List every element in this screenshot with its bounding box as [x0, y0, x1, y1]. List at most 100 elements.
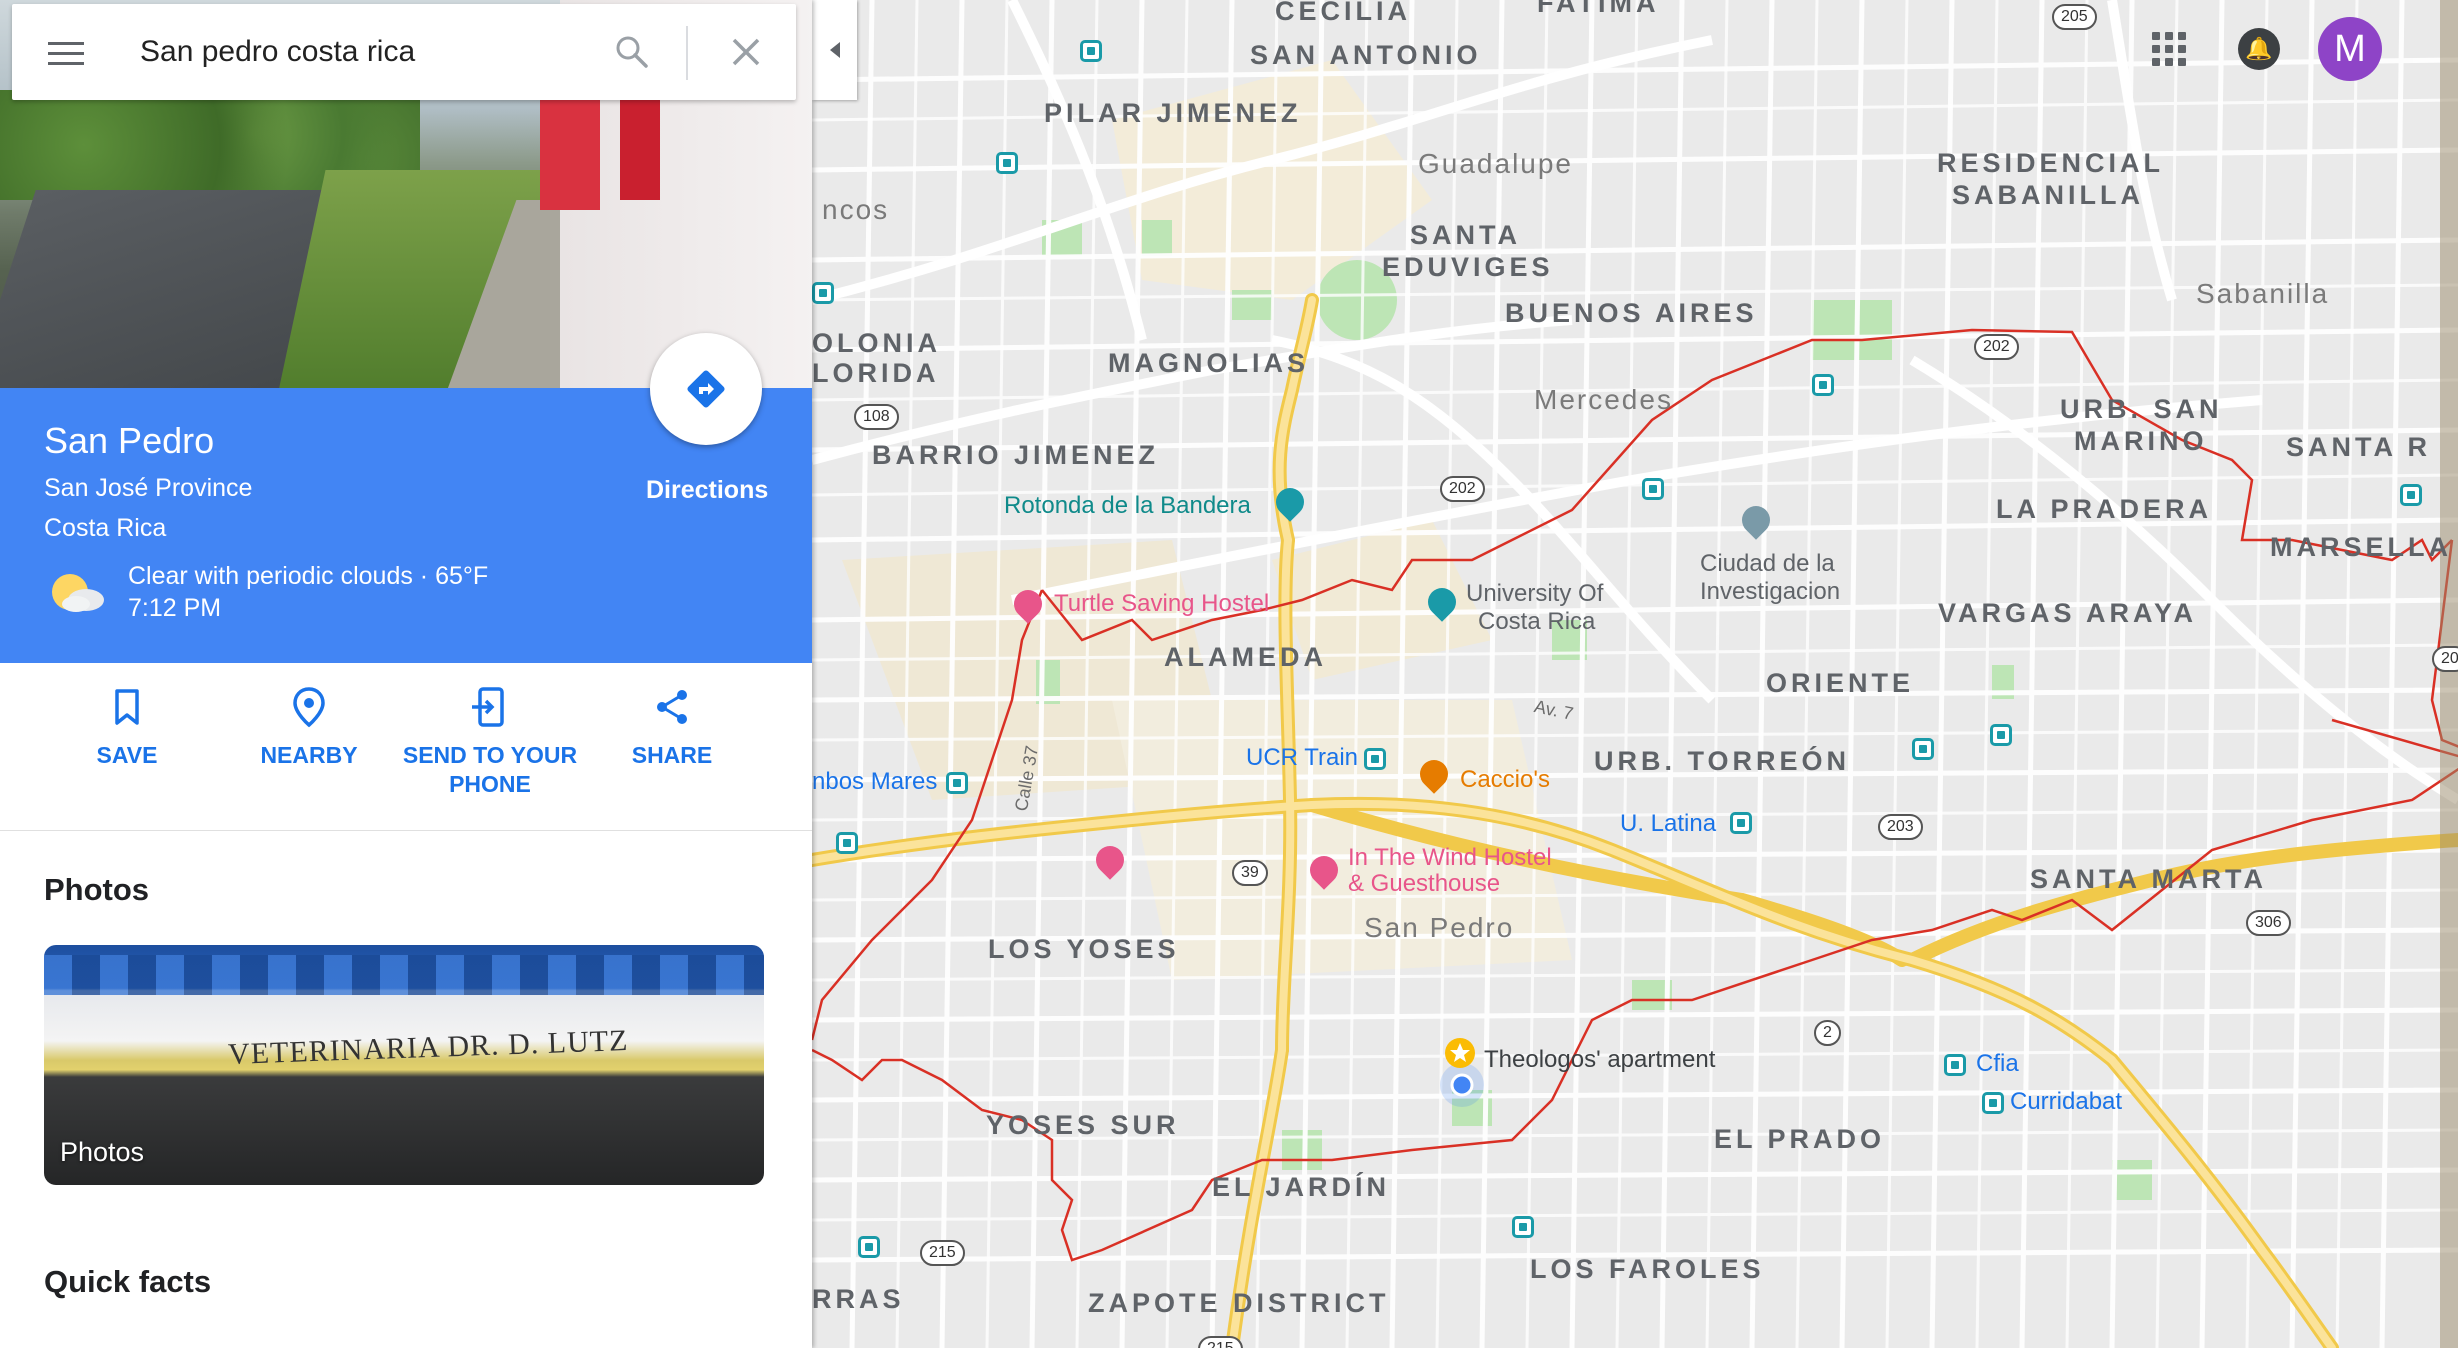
route-shield-108: 108: [854, 404, 899, 430]
poi-wind-hostel-1[interactable]: In The Wind Hostel: [1348, 844, 1552, 872]
poi-curridabat[interactable]: Curridabat: [2010, 1088, 2122, 1116]
bus-stop-icon[interactable]: [858, 1236, 880, 1258]
poi-caccios[interactable]: Caccio's: [1460, 766, 1550, 794]
poi-ciudad-investigacion-2[interactable]: Investigacion: [1700, 578, 1840, 606]
label-mercedes: Mercedes: [1534, 384, 1673, 415]
search-input[interactable]: [140, 28, 580, 76]
label-rras: RRAS: [812, 1284, 905, 1314]
label-el-prado: EL PRADO: [1714, 1124, 1886, 1154]
label-los-yoses: LOS YOSES: [988, 934, 1180, 964]
label-colonia-1: OLONIA: [812, 328, 941, 358]
save-label: SAVE: [96, 742, 158, 768]
label-marsella: MARSELLA: [2270, 532, 2452, 562]
poi-ucr-line2[interactable]: Costa Rica: [1478, 608, 1595, 636]
action-bar: SAVE NEARBY SEND TO YOUR PHONE SHARE: [0, 663, 812, 831]
photos-section-title: Photos: [44, 872, 150, 907]
map-canvas[interactable]: CECILIA FATIMA SAN ANTONIO PILAR JIMENEZ…: [812, 0, 2458, 1348]
poi-theologos-apartment[interactable]: Theologos' apartment: [1484, 1046, 1715, 1074]
bus-stop-icon[interactable]: [1080, 40, 1102, 62]
map-base-layer: [812, 0, 2458, 1348]
route-shield-20: 20: [2432, 646, 2458, 672]
label-sabanilla-town: Sabanilla: [2196, 278, 2330, 309]
send-to-phone-label-1: SEND TO YOUR: [402, 742, 578, 768]
bus-stop-icon[interactable]: [2400, 484, 2422, 506]
train-station-icon[interactable]: [1364, 748, 1386, 770]
poi-bos-mares[interactable]: nbos Mares: [812, 768, 937, 796]
label-sabanilla-district: SABANILLA: [1952, 180, 2144, 210]
u-latina-bus-icon[interactable]: [1730, 812, 1752, 834]
bus-stop-icon[interactable]: [812, 282, 834, 304]
label-santa-eduviges-1: SANTA: [1410, 220, 1521, 250]
route-shield-215: 215: [920, 1240, 965, 1266]
send-to-phone-label-2: PHONE: [449, 771, 531, 797]
label-colonia-2: LORIDA: [812, 358, 940, 388]
place-country: Costa Rica: [44, 514, 167, 542]
search-box: [12, 4, 796, 100]
share-label: SHARE: [631, 742, 713, 768]
menu-icon[interactable]: [48, 42, 84, 66]
poi-ucr-line1[interactable]: University Of: [1466, 580, 1603, 608]
maps-app: CECILIA FATIMA SAN ANTONIO PILAR JIMENEZ…: [0, 0, 2458, 1348]
poi-ciudad-investigacion-1[interactable]: Ciudad de la: [1700, 550, 1835, 578]
label-los-faroles: LOS FAROLES: [1530, 1254, 1765, 1284]
label-residencial: RESIDENCIAL: [1937, 148, 2165, 178]
route-shield-202: 202: [1440, 476, 1485, 502]
bus-stop-icon[interactable]: [996, 152, 1018, 174]
label-fatima: FATIMA: [1537, 0, 1660, 18]
poi-rotonda-de-la-bandera[interactable]: Rotonda de la Bandera: [1004, 492, 1251, 520]
bookmark-icon: [115, 689, 139, 725]
poi-wind-hostel-2[interactable]: & Guesthouse: [1348, 870, 1500, 898]
collapse-panel-button[interactable]: [812, 0, 857, 100]
label-san-pedro-town: San Pedro: [1364, 912, 1515, 943]
route-shield-205: 205: [2052, 4, 2097, 30]
save-button[interactable]: SAVE: [37, 685, 217, 770]
search-icon[interactable]: [614, 34, 650, 70]
bus-stop-icon[interactable]: [1912, 738, 1934, 760]
label-santa-eduviges-2: EDUVIGES: [1382, 252, 1554, 282]
photo-sign-text: VETERINARIA DR. D. LUTZ: [227, 1024, 629, 1071]
send-to-phone-button[interactable]: SEND TO YOUR PHONE: [400, 685, 580, 799]
send-to-phone-icon: [472, 687, 504, 727]
label-yoses-sur: YOSES SUR: [986, 1110, 1180, 1140]
label-pilar-jimenez: PILAR JIMENEZ: [1044, 98, 1302, 128]
photos-card-caption: Photos: [60, 1137, 145, 1167]
photos-card[interactable]: VETERINARIA DR. D. LUTZ Photos: [44, 945, 764, 1185]
label-cecilia: CECILIA: [1275, 0, 1411, 26]
apps-grid-icon[interactable]: [2152, 32, 2186, 66]
label-urb-torreon: URB. TORREÓN: [1594, 746, 1851, 776]
notifications-bell-icon[interactable]: 🔔: [2238, 28, 2280, 70]
nearby-button[interactable]: NEARBY: [219, 685, 399, 770]
bos-mares-bus-icon[interactable]: [946, 772, 968, 794]
label-alameda: ALAMEDA: [1164, 642, 1327, 672]
label-zapote-district: ZAPOTE DISTRICT: [1088, 1288, 1390, 1318]
avatar[interactable]: M: [2318, 17, 2382, 81]
weather-condition: Clear with periodic clouds · 65°F: [128, 562, 489, 590]
poi-turtle-saving-hostel[interactable]: Turtle Saving Hostel: [1054, 590, 1269, 618]
poi-u-latina[interactable]: U. Latina: [1620, 810, 1716, 838]
bus-stop-icon[interactable]: [1642, 478, 1664, 500]
label-santa-marta: SANTA MARTA: [2030, 864, 2267, 894]
label-ncos: ncos: [822, 194, 890, 225]
nearby-label: NEARBY: [260, 742, 358, 768]
directions-button[interactable]: [650, 333, 762, 445]
place-title: San Pedro: [44, 420, 215, 461]
route-shield-215: 215: [1198, 1336, 1243, 1348]
label-buenos-aires: BUENOS AIRES: [1505, 298, 1758, 328]
poi-ucr-train[interactable]: UCR Train: [1246, 744, 1358, 772]
weather-info: Clear with periodic clouds · 65°F 7:12 P…: [128, 560, 488, 624]
route-shield-202: 202: [1974, 334, 2019, 360]
close-icon[interactable]: [728, 34, 764, 70]
directions-label[interactable]: Directions: [646, 476, 768, 505]
directions-icon: [687, 370, 725, 408]
bus-stop-icon[interactable]: [1812, 374, 1834, 396]
bus-stop-icon[interactable]: [1990, 724, 2012, 746]
bus-stop-icon[interactable]: [836, 832, 858, 854]
poi-cfia[interactable]: Cfia: [1976, 1050, 2019, 1078]
label-barrio-jimenez: BARRIO JIMENEZ: [872, 440, 1160, 470]
bus-stop-icon[interactable]: [1512, 1216, 1534, 1238]
place-panel: San Pedro San José Province Costa Rica C…: [0, 0, 812, 1348]
cfia-bus-icon[interactable]: [1944, 1054, 1966, 1076]
curridabat-bus-icon[interactable]: [1982, 1092, 2004, 1114]
route-shield-306: 306: [2246, 910, 2291, 936]
share-button[interactable]: SHARE: [582, 685, 762, 770]
